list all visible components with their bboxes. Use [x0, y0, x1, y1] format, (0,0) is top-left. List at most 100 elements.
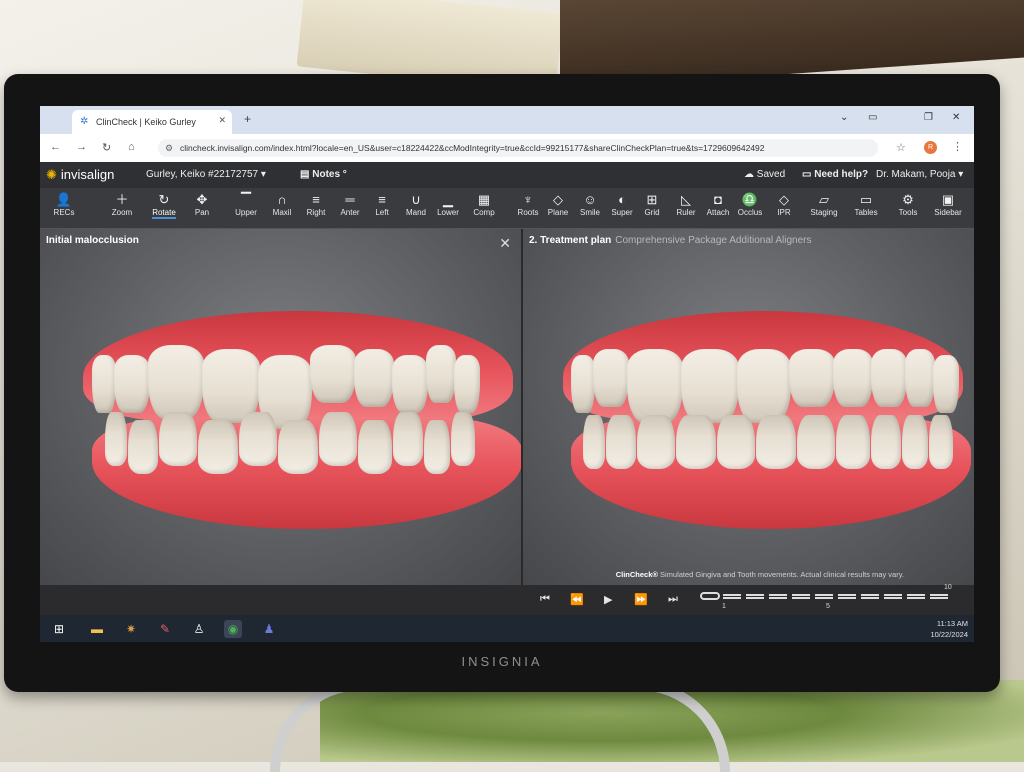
lower-tooth — [450, 412, 475, 466]
tool-lower[interactable]: ▁ Lower — [428, 192, 468, 217]
reload-icon[interactable]: ↻ — [102, 141, 111, 154]
step-back-icon[interactable]: ⏪ — [570, 593, 584, 606]
monitor-bezel: INSIGNIA ✲ ClinCheck | Keiko Gurley ✕ + … — [4, 74, 1000, 692]
need-help-button[interactable]: ▭ Need help? — [802, 169, 868, 180]
stage-tick[interactable] — [861, 594, 879, 599]
tool-tables[interactable]: ▭ Tables — [846, 192, 886, 217]
treatment-plan-view[interactable]: 2. Treatment plan Comprehensive Package A… — [523, 229, 974, 585]
upper-tooth — [453, 355, 480, 413]
new-tab-button[interactable]: + — [244, 112, 251, 126]
notes-button[interactable]: ▤ Notes ° — [300, 169, 347, 180]
stage-label-10: 10 — [944, 584, 952, 591]
monitor-stand — [270, 680, 730, 772]
stage-tick[interactable] — [723, 594, 741, 599]
stage-label-1: 1 — [722, 603, 726, 610]
tool-recs[interactable]: 👤 RECs — [44, 192, 84, 217]
tool-rotate[interactable]: ↻ Rotate — [144, 192, 184, 219]
lower-tooth — [929, 415, 953, 469]
lower-tooth — [318, 412, 357, 466]
playback-controls: ⏮ ⏪ ▶ ⏩ ⏭ 1 5 10 — [40, 584, 974, 615]
stage-tick[interactable] — [838, 594, 856, 599]
right-view-title: 2. Treatment plan Comprehensive Package A… — [529, 235, 812, 246]
tool-label: Tables — [854, 208, 878, 217]
play-icon[interactable]: ▶ — [604, 593, 612, 606]
site-info-icon[interactable]: ⚙ — [165, 139, 173, 157]
app-icon-2[interactable]: ✎ — [156, 620, 174, 638]
pan-icon: ✥ — [196, 192, 208, 207]
step-forward-icon[interactable]: ⏩ — [634, 593, 648, 606]
bookmark-star-icon[interactable]: ☆ — [896, 141, 906, 154]
home-icon[interactable]: ⌂ — [128, 141, 135, 153]
stage-slider[interactable]: 1 5 10 — [700, 584, 962, 610]
person-icon: 👤 — [55, 192, 73, 207]
tool-staging[interactable]: ▱ Staging — [804, 192, 844, 217]
patient-selector[interactable]: Gurley, Keiko #22172757 ▾ — [146, 169, 266, 180]
screen: ✲ ClinCheck | Keiko Gurley ✕ + ⌄ ▭ ❐ ✕ ←… — [40, 106, 974, 642]
browser-menu-icon[interactable]: ⋮ — [952, 140, 963, 153]
forward-icon[interactable]: → — [76, 141, 87, 153]
clincheck-favicon-icon: ✲ — [80, 116, 89, 127]
stage-tick[interactable] — [792, 594, 810, 599]
tool-label: Sidebar — [934, 208, 962, 217]
initial-malocclusion-view[interactable]: Initial malocclusion ✕ — [40, 229, 523, 585]
upper-tooth — [833, 349, 873, 407]
url-field[interactable]: ⚙ clincheck.invisalign.com/index.html?lo… — [158, 139, 878, 157]
saved-status: ☁ Saved — [744, 169, 786, 180]
stage-current[interactable] — [700, 592, 720, 600]
tool-pan[interactable]: ✥ Pan — [182, 192, 222, 217]
upper-tooth — [309, 345, 356, 403]
upper-tooth — [353, 349, 394, 407]
tool-label: Upper — [235, 208, 257, 217]
profile-avatar[interactable]: R — [924, 141, 937, 154]
stage-tick[interactable] — [746, 594, 764, 599]
lower-tooth — [606, 415, 636, 469]
skip-start-icon[interactable]: ⏮ — [540, 593, 550, 606]
minimize-icon[interactable]: ▭ — [868, 112, 877, 123]
tool-label: Smile — [579, 208, 600, 217]
restore-icon[interactable]: ❐ — [924, 112, 933, 123]
lower-tooth — [717, 415, 755, 469]
doctor-menu[interactable]: Dr. Makam, Pooja ▾ — [876, 169, 963, 180]
stage-tick[interactable] — [884, 594, 902, 599]
chrome-icon[interactable]: ◉ — [224, 620, 242, 638]
tool-label: Staging — [810, 208, 838, 217]
tool-zoom[interactable]: ＋ Zoom — [102, 192, 142, 217]
lower-tooth — [756, 415, 796, 469]
skip-end-icon[interactable]: ⏭ — [668, 593, 678, 606]
tab-search-icon[interactable]: ⌄ — [840, 112, 848, 123]
back-icon[interactable]: ← — [50, 141, 61, 153]
lower-tooth — [836, 415, 870, 469]
teams-icon[interactable]: ♟ — [260, 620, 278, 638]
upper-tooth — [571, 355, 595, 413]
file-explorer-icon[interactable]: ▬ — [88, 620, 106, 638]
sidebar-icon: ▣ — [941, 192, 955, 207]
tool-label: Pan — [194, 208, 210, 217]
tools-icon: ⚙ — [902, 192, 914, 207]
stage-tick[interactable] — [930, 594, 948, 599]
stage-tick[interactable] — [769, 594, 787, 599]
tool-comp[interactable]: ▦ Comp — [464, 192, 504, 217]
browser-tab[interactable]: ✲ ClinCheck | Keiko Gurley ✕ — [72, 110, 232, 134]
tool-upper[interactable]: ▔ Upper — [226, 192, 266, 217]
lower-icon: ▁ — [443, 192, 453, 207]
tool-label: Right — [306, 208, 326, 217]
lower-tooth — [158, 412, 197, 466]
browser-tabbar: ✲ ClinCheck | Keiko Gurley ✕ + ⌄ ▭ ❐ ✕ — [40, 106, 974, 134]
windows-start-icon[interactable]: ⊞ — [50, 620, 68, 638]
lower-tooth — [127, 420, 158, 474]
tool-tools[interactable]: ⚙ Tools — [888, 192, 928, 217]
app-header: ✺ invisalign Gurley, Keiko #22172757 ▾ ▤ … — [40, 162, 974, 188]
stage-tick[interactable] — [907, 594, 925, 599]
tooth-app-icon[interactable]: ♙ — [190, 620, 208, 638]
tab-close-icon[interactable]: ✕ — [218, 115, 226, 126]
app-icon-1[interactable]: ✷ — [122, 620, 140, 638]
close-view-icon[interactable]: ✕ — [499, 235, 511, 252]
tool-ipr[interactable]: ◇ IPR — [764, 192, 804, 217]
clincheck-disclaimer: ClinCheck® Simulated Gingiva and Tooth m… — [615, 570, 904, 579]
tables-icon: ▭ — [859, 192, 873, 207]
tool-label: Super — [611, 208, 633, 217]
stage-tick[interactable] — [815, 594, 833, 599]
tool-sidebar[interactable]: ▣ Sidebar — [928, 192, 968, 217]
close-window-icon[interactable]: ✕ — [952, 112, 960, 123]
tool-label: Roots — [517, 208, 539, 217]
